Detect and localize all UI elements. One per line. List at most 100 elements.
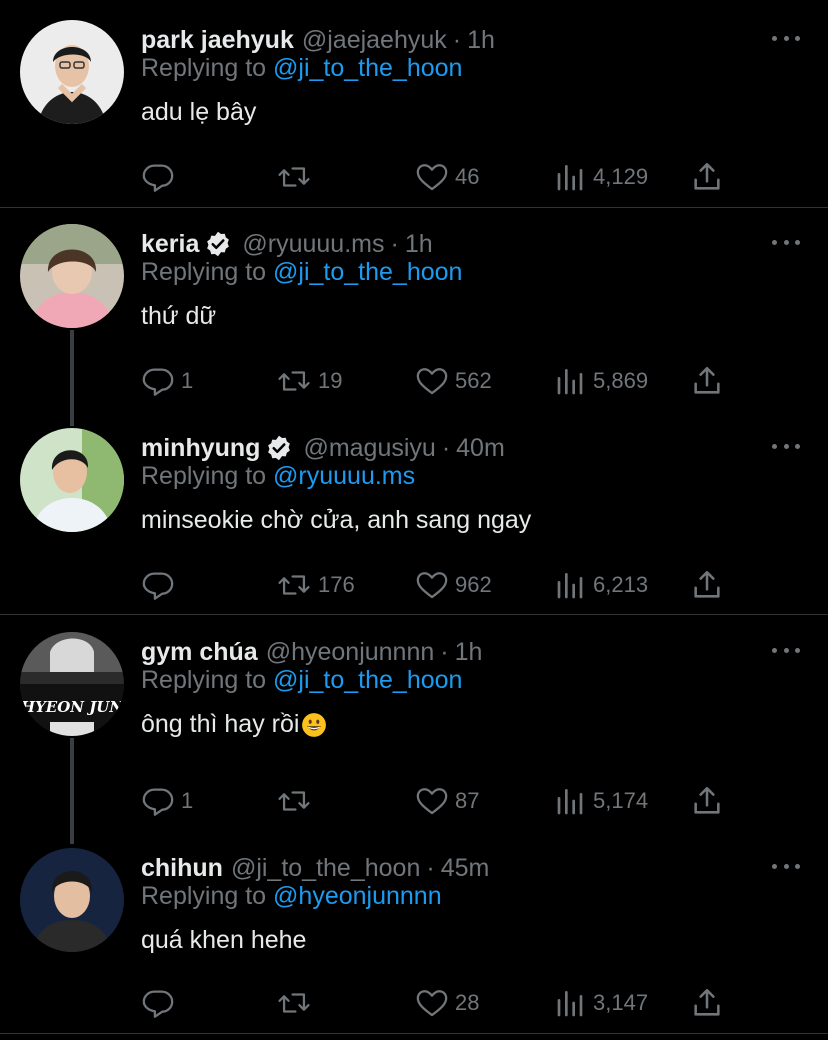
display-name[interactable]: gym chúa — [141, 638, 258, 667]
more-options-icon[interactable] — [772, 232, 800, 252]
like-button[interactable]: 562 — [415, 359, 492, 403]
reply-button[interactable] — [141, 155, 181, 199]
tweet-text-content: adu lẹ bây — [141, 98, 257, 126]
like-count: 28 — [455, 990, 480, 1015]
avatar[interactable] — [20, 224, 124, 328]
retweet-button[interactable] — [276, 779, 318, 823]
like-count: 562 — [455, 368, 492, 393]
replying-to: Replying to @ji_to_the_hoon — [141, 258, 462, 287]
more-options-icon[interactable] — [772, 436, 800, 456]
reply-button[interactable] — [141, 563, 181, 607]
more-options-icon[interactable] — [772, 856, 800, 876]
views-button[interactable]: 3,147 — [555, 981, 648, 1025]
share-button[interactable] — [690, 155, 724, 199]
view-count: 4,129 — [593, 164, 649, 189]
more-options-icon[interactable] — [772, 640, 800, 660]
views-button[interactable]: 6,213 — [555, 563, 648, 607]
mention-link[interactable]: @ji_to_the_hoon — [273, 666, 462, 694]
replying-label: Replying to — [141, 666, 267, 694]
mention-link[interactable]: @ji_to_the_hoon — [273, 54, 462, 82]
mention-link[interactable]: @ryuuuu.ms — [273, 462, 415, 490]
tweet-text-content: thứ dữ — [141, 302, 217, 330]
heart-icon — [416, 368, 448, 395]
like-count: 87 — [455, 788, 480, 813]
user-handle[interactable]: @hyeonjunnnn — [266, 638, 435, 667]
reply-icon — [142, 788, 174, 816]
user-handle[interactable]: @ryuuuu.ms — [242, 230, 384, 259]
tweet-text: minseokie chờ cửa, anh sang ngay — [141, 506, 531, 535]
avatar[interactable] — [20, 848, 124, 952]
like-button[interactable]: 87 — [415, 779, 479, 823]
avatar[interactable] — [20, 428, 124, 532]
timestamp[interactable]: 1h — [405, 230, 433, 259]
analytics-icon — [557, 991, 583, 1017]
display-name[interactable]: park jaehyuk — [141, 26, 294, 55]
reply-button[interactable]: 1 — [141, 779, 193, 823]
like-count: 46 — [455, 164, 480, 189]
retweet-icon — [278, 575, 310, 595]
action-bar: 1 19 562 5,869 — [0, 359, 828, 403]
share-button[interactable] — [690, 563, 724, 607]
user-handle[interactable]: @magusiyu — [303, 434, 435, 463]
view-count: 3,147 — [593, 990, 649, 1015]
views-button[interactable]: 4,129 — [555, 155, 648, 199]
analytics-icon — [557, 789, 583, 815]
avatar[interactable] — [20, 20, 124, 124]
reply-icon — [142, 164, 174, 192]
separator: · — [441, 433, 451, 462]
retweet-button[interactable] — [276, 155, 318, 199]
verified-badge-icon — [204, 230, 232, 258]
timestamp[interactable]: 1h — [455, 638, 483, 667]
share-icon — [694, 162, 720, 190]
timestamp[interactable]: 40m — [456, 434, 505, 463]
share-icon — [694, 786, 720, 814]
replying-label: Replying to — [141, 54, 267, 82]
user-handle[interactable]: @jaejaehyuk — [302, 26, 447, 55]
retweet-button[interactable] — [276, 981, 318, 1025]
tweet-text: adu lẹ bây — [141, 98, 256, 127]
more-options-icon[interactable] — [772, 28, 800, 48]
reply-button[interactable] — [141, 981, 181, 1025]
replying-to: Replying to @ji_to_the_hoon — [141, 666, 462, 695]
like-button[interactable]: 962 — [415, 563, 492, 607]
display-name[interactable]: minhyung — [141, 434, 260, 463]
replying-label: Replying to — [141, 882, 267, 910]
divider — [0, 614, 828, 615]
share-button[interactable] — [690, 981, 724, 1025]
tweet-text-content: quá khen hehe — [141, 926, 307, 954]
display-name[interactable]: keria — [141, 230, 199, 259]
share-icon — [694, 570, 720, 598]
timestamp[interactable]: 45m — [441, 854, 490, 883]
views-button[interactable]: 5,174 — [555, 779, 648, 823]
mention-link[interactable]: @hyeonjunnnn — [273, 882, 442, 910]
verified-badge-icon — [265, 434, 293, 462]
replying-label: Replying to — [141, 462, 267, 490]
user-handle[interactable]: @ji_to_the_hoon — [231, 854, 420, 883]
retweet-icon — [278, 791, 310, 811]
divider — [0, 1033, 828, 1034]
reply-count: 1 — [181, 788, 194, 813]
avatar[interactable]: HYEON JUN — [20, 632, 124, 736]
separator: · — [426, 853, 435, 882]
view-count: 5,174 — [593, 788, 649, 813]
display-name[interactable]: chihun — [141, 854, 223, 883]
retweet-button[interactable]: 19 — [276, 359, 342, 403]
retweet-button[interactable]: 176 — [276, 563, 355, 607]
reply-icon — [142, 368, 174, 396]
replying-to: Replying to @ji_to_the_hoon — [141, 54, 462, 83]
heart-icon — [416, 788, 448, 815]
retweet-icon — [278, 371, 310, 391]
retweet-count: 19 — [318, 368, 343, 393]
share-icon — [694, 366, 720, 394]
mention-link[interactable]: @ji_to_the_hoon — [273, 258, 462, 286]
share-button[interactable] — [690, 779, 724, 823]
like-button[interactable]: 46 — [415, 155, 479, 199]
timestamp[interactable]: 1h — [467, 26, 495, 55]
like-button[interactable]: 28 — [415, 981, 479, 1025]
reply-button[interactable]: 1 — [141, 359, 193, 403]
views-button[interactable]: 5,869 — [555, 359, 648, 403]
analytics-icon — [557, 369, 583, 395]
view-count: 5,869 — [593, 368, 649, 393]
heart-icon — [416, 572, 448, 599]
share-button[interactable] — [690, 359, 724, 403]
